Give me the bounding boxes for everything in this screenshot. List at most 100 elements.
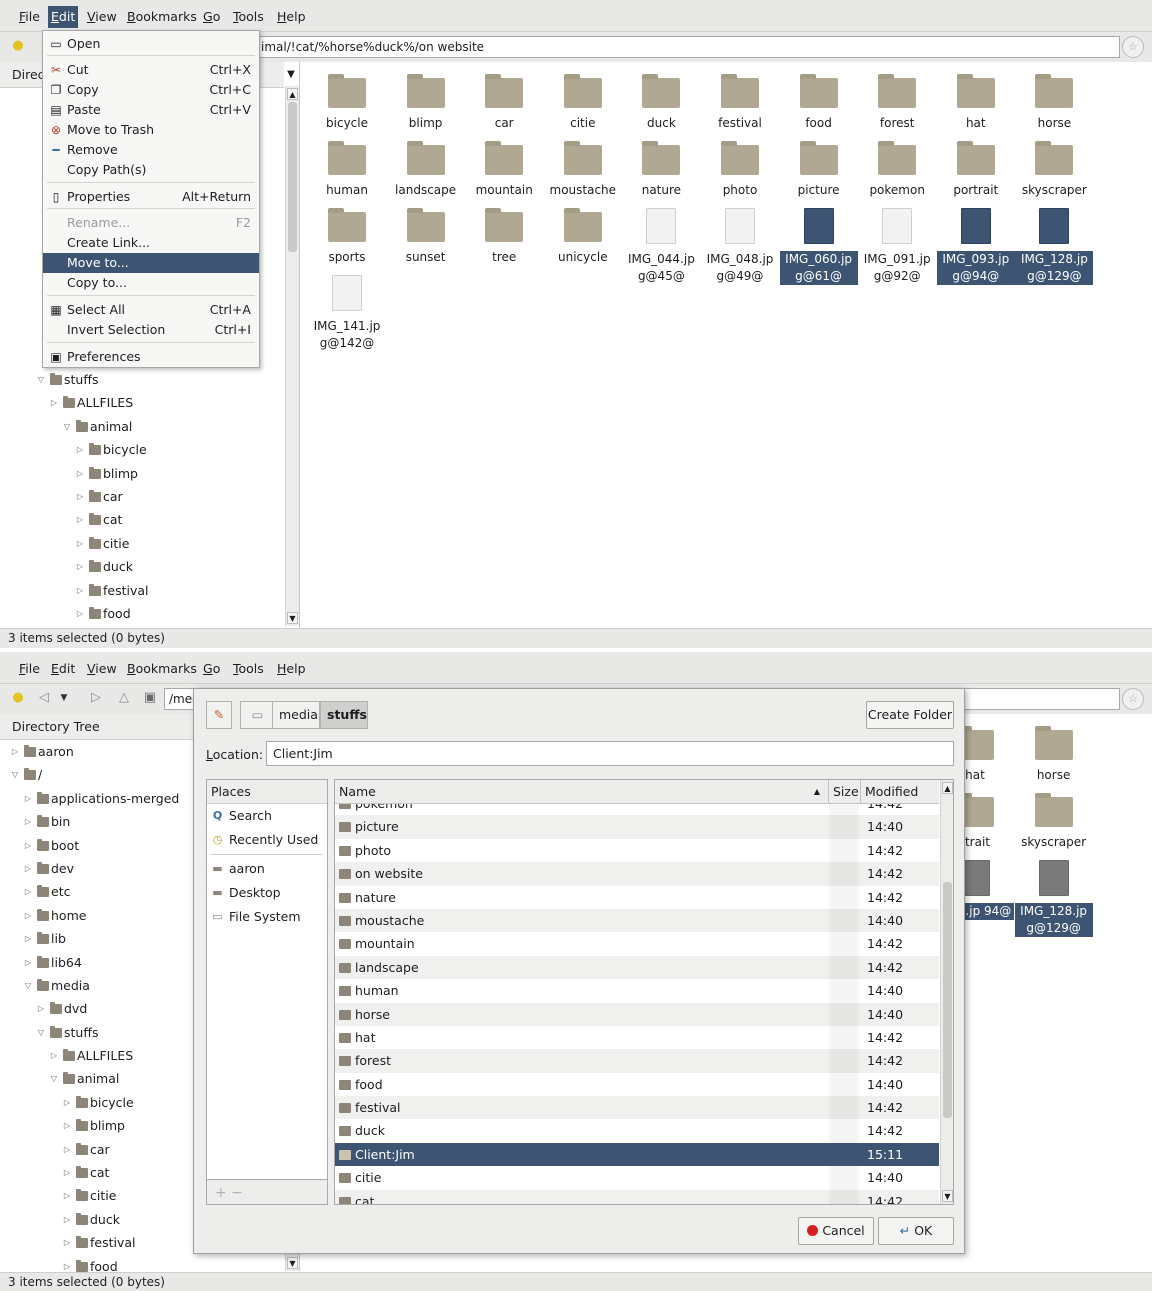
folder-citie[interactable]: citie: [544, 74, 622, 132]
expander-closed-icon[interactable]: ▷: [62, 1114, 72, 1137]
scroll-up-arrow-icon[interactable]: ▲: [287, 88, 298, 100]
menu-item-create-link[interactable]: Create Link...: [43, 233, 259, 253]
ok-button[interactable]: ↵ OK: [878, 1217, 954, 1245]
expander-closed-icon[interactable]: ▷: [49, 391, 59, 414]
menu-file[interactable]: File: [16, 658, 43, 680]
file-row-cat[interactable]: cat 14:42: [335, 1189, 939, 1204]
file-list-scroll-thumb[interactable]: [943, 882, 952, 1118]
places-header[interactable]: Places: [207, 780, 327, 804]
expander-closed-icon[interactable]: ▷: [62, 1091, 72, 1114]
tree-item-allfiles[interactable]: ▷ ALLFILES: [0, 391, 284, 414]
new-window-icon[interactable]: ●: [10, 38, 26, 54]
folder-human[interactable]: human: [308, 141, 386, 199]
bookmark-star-icon[interactable]: ☆: [1122, 36, 1144, 58]
forward-arrow-icon[interactable]: ▷: [88, 690, 104, 706]
menu-tools[interactable]: Tools: [230, 6, 267, 28]
expander-closed-icon[interactable]: ▷: [10, 740, 20, 763]
path-button-stuffs[interactable]: stuffs: [320, 701, 368, 729]
expander-open-icon[interactable]: ▽: [10, 763, 20, 786]
file-row-mountain[interactable]: mountain 14:42: [335, 932, 939, 956]
scroll-down-arrow-icon[interactable]: ▼: [942, 1190, 953, 1202]
tree-scroll-thumb[interactable]: [288, 102, 297, 252]
folder-landscape[interactable]: landscape: [387, 141, 465, 199]
folder-portrait[interactable]: portrait: [937, 141, 1015, 199]
location-bar[interactable]: imal/!cat/%horse%duck%/on website: [256, 36, 1120, 58]
folder-car[interactable]: car: [465, 74, 543, 132]
tree-item-food[interactable]: ▷ food: [0, 602, 284, 625]
folder-forest[interactable]: forest: [858, 74, 936, 132]
scroll-up-arrow-icon[interactable]: ▲: [942, 782, 953, 794]
new-window-icon[interactable]: ●: [10, 690, 26, 706]
expander-closed-icon[interactable]: ▷: [75, 438, 85, 461]
folder-moustache[interactable]: moustache: [544, 141, 622, 199]
folder-food[interactable]: food: [780, 74, 858, 132]
menu-item-move-to[interactable]: Move to...: [43, 253, 259, 273]
folder-sports[interactable]: sports: [308, 208, 386, 266]
tree-item-bicycle[interactable]: ▷ bicycle: [0, 438, 284, 461]
tree-item-citie[interactable]: ▷ citie: [0, 532, 284, 555]
file-row-picture[interactable]: picture 14:40: [335, 815, 939, 839]
file-img_060.jp[interactable]: IMG_060.jp g@61@: [779, 208, 858, 285]
path-button-media[interactable]: media: [272, 701, 320, 729]
menu-item-open[interactable]: ▭ Open: [43, 34, 259, 54]
menu-bookmarks[interactable]: Bookmarks: [124, 658, 200, 680]
folder-pokemon[interactable]: pokemon: [858, 141, 936, 199]
chevron-down-icon[interactable]: ▼: [284, 66, 298, 84]
file-row-nature[interactable]: nature 14:42: [335, 885, 939, 909]
menu-view[interactable]: View: [84, 6, 120, 28]
location-entry[interactable]: Client:Jim: [266, 741, 954, 766]
file-row-moustache[interactable]: moustache 14:40: [335, 908, 939, 933]
folder-picture[interactable]: picture: [780, 141, 858, 199]
file-img_141.jp[interactable]: IMG_141.jp g@142@: [308, 275, 386, 352]
file-row-food[interactable]: food 14:40: [335, 1072, 939, 1097]
expander-open-icon[interactable]: ▽: [49, 1067, 59, 1090]
file-row-festival[interactable]: festival 14:42: [335, 1096, 939, 1120]
expander-closed-icon[interactable]: ▷: [75, 508, 85, 531]
menu-edit[interactable]: Edit: [48, 658, 78, 680]
expander-closed-icon[interactable]: ▷: [62, 1231, 72, 1254]
menu-item-preferences[interactable]: ▣ Preferences: [43, 347, 259, 367]
tree-item-blimp[interactable]: ▷ blimp: [0, 462, 284, 485]
tree-item-festival[interactable]: ▷ festival: [0, 579, 284, 602]
cancel-button[interactable]: Cancel: [798, 1217, 874, 1245]
menu-item-move-to-trash[interactable]: ⊗ Move to Trash: [43, 120, 259, 140]
file-img128jp[interactable]: IMG_128.jp g@129@: [1014, 860, 1093, 937]
expander-closed-icon[interactable]: ▷: [23, 834, 33, 857]
menu-view[interactable]: View: [84, 658, 120, 680]
file-row-photo[interactable]: photo 14:42: [335, 838, 939, 863]
file-row-horse[interactable]: horse 14:40: [335, 1002, 939, 1026]
up-arrow-icon[interactable]: △: [116, 690, 132, 706]
expander-open-icon[interactable]: ▽: [23, 974, 33, 997]
file-row-human[interactable]: human 14:40: [335, 979, 939, 1003]
menu-item-copy-to[interactable]: Copy to...: [43, 273, 259, 293]
menu-item-properties[interactable]: ▯ Properties Alt+Return: [43, 187, 259, 207]
tree-scrollbar[interactable]: ▲ ▼: [285, 86, 299, 626]
menu-item-rename[interactable]: Rename... F2: [43, 213, 259, 233]
expander-closed-icon[interactable]: ▷: [75, 602, 85, 625]
folder-nature[interactable]: nature: [622, 141, 700, 199]
file-row-citie[interactable]: citie 14:40: [335, 1166, 939, 1190]
file-row-hat[interactable]: hat 14:42: [335, 1025, 939, 1050]
tree-item-cat[interactable]: ▷ cat: [0, 508, 284, 531]
expander-closed-icon[interactable]: ▷: [62, 1138, 72, 1161]
menu-item-invert-selection[interactable]: Invert Selection Ctrl+I: [43, 320, 259, 340]
menu-help[interactable]: Help: [274, 658, 309, 680]
folder-hat[interactable]: hat: [937, 74, 1015, 132]
expander-closed-icon[interactable]: ▷: [23, 951, 33, 974]
menu-go[interactable]: Go: [200, 658, 223, 680]
expander-closed-icon[interactable]: ▷: [75, 532, 85, 555]
menu-item-paste[interactable]: ▤ Paste Ctrl+V: [43, 100, 259, 120]
menu-item-remove[interactable]: ━ Remove: [43, 140, 259, 160]
menu-file[interactable]: File: [16, 6, 43, 28]
expander-closed-icon[interactable]: ▷: [36, 997, 46, 1020]
expander-closed-icon[interactable]: ▷: [75, 555, 85, 578]
folder-unicycle[interactable]: unicycle: [544, 208, 622, 266]
expander-open-icon[interactable]: ▽: [36, 1021, 46, 1044]
file-img_128.jp[interactable]: IMG_128.jp g@129@: [1015, 208, 1094, 285]
folder-duck[interactable]: duck: [622, 74, 700, 132]
expander-closed-icon[interactable]: ▷: [23, 857, 33, 880]
file-list-scrollbar[interactable]: ▲ ▼: [940, 780, 953, 1204]
file-img_093.jp[interactable]: IMG_093.jp g@94@: [936, 208, 1015, 285]
folder-photo[interactable]: photo: [701, 141, 779, 199]
tree-item-duck[interactable]: ▷ duck: [0, 555, 284, 578]
